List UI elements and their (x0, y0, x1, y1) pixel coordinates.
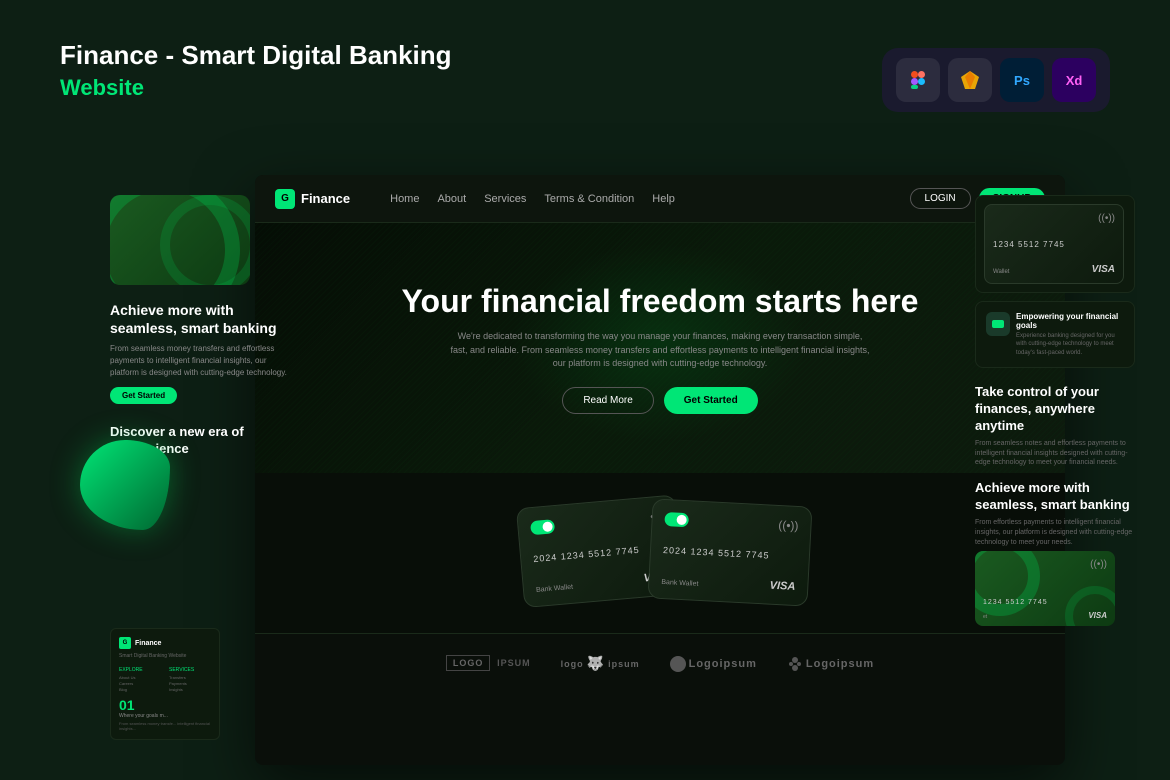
card-2-bank: Bank Wallet (661, 579, 698, 588)
ps-tool-icon[interactable]: Ps (1000, 58, 1044, 102)
empowering-title: Empowering your financial goals (1016, 312, 1124, 330)
site-nav: G Finance Home About Services Terms & Co… (255, 175, 1065, 223)
cards-section: •⦾ 2024 1234 5512 7745 Bank Wallet VISA … (255, 473, 1065, 633)
page-subtitle: Website (60, 75, 452, 101)
side-desc: From seamless money transfers and effort… (110, 343, 290, 379)
empowering-text: Empowering your financial goals Experien… (1016, 312, 1124, 357)
hero-buttons: Read More Get Started (562, 387, 757, 414)
hero-section: Your financial freedom starts here We're… (255, 223, 1065, 473)
right-panel: ((•)) 1234 5512 7745 Wallet VISA Empower… (975, 195, 1135, 634)
card-1-bank: Bank Wallet (536, 584, 574, 594)
blp-services-title: SERVICES (169, 667, 211, 673)
rc-card-number: 1234 5512 7745 (993, 240, 1115, 249)
blp-service-2: Payments (169, 681, 211, 686)
hero-title: Your financial freedom starts here (402, 282, 919, 320)
sketch-tool-icon[interactable] (948, 58, 992, 102)
right-credit-card: ((•)) 1234 5512 7745 Wallet VISA (975, 195, 1135, 293)
rgb-numbers: 1234 5512 7745 (983, 599, 1048, 606)
read-more-button[interactable]: Read More (562, 387, 653, 414)
logos-section: LOGO IPSUM logo 🐺 ipsum Logoipsum Logoip… (255, 633, 1065, 693)
left-panel: Achieve more with seamless, smart bankin… (110, 195, 290, 458)
empowering-card: Empowering your financial goals Experien… (975, 301, 1135, 368)
more-text-block: Achieve more with seamless, smart bankin… (975, 476, 1135, 551)
logo-3: Logoipsum (670, 656, 757, 672)
blp-logo-row: G Finance (119, 637, 211, 649)
rc-visa-label: VISA (1092, 264, 1115, 275)
logo-4: Logoipsum (787, 656, 874, 672)
more-desc: From effortless payments to intelligent … (975, 518, 1135, 547)
blp-money: From seamless money transfe... intellige… (119, 721, 211, 731)
card-1-toggle[interactable] (530, 519, 555, 535)
credit-card-2: ((•)) 2024 1234 5512 7745 Bank Wallet VI… (648, 498, 813, 606)
green-3d-shape (80, 440, 170, 530)
rgb-wifi-icon: ((•)) (1090, 559, 1107, 570)
empowering-desc: Experience banking designed for you with… (1016, 332, 1124, 357)
rgb-brand: VISA (1088, 611, 1107, 620)
nav-home[interactable]: Home (390, 193, 419, 205)
rgb-label: et (983, 614, 987, 620)
card-2-visa: VISA (769, 580, 795, 593)
blp-explore-title: EXPLORE (119, 667, 161, 673)
nav-links: Home About Services Terms & Condition He… (390, 193, 889, 205)
side-get-started-button[interactable]: Get Started (110, 387, 177, 404)
card-2-number: 2024 1234 5512 7745 (663, 545, 797, 562)
control-text-block: Take control of your finances, anywhere … (975, 376, 1135, 476)
blp-subtitle: Smart Digital Banking Website (119, 653, 211, 659)
rgb-circle-2 (1065, 586, 1115, 626)
empowering-icon (986, 312, 1010, 336)
tool-icons-container: Ps Xd (882, 48, 1110, 112)
login-button[interactable]: LOGIN (910, 188, 971, 209)
side-text-block: Achieve more with seamless, smart bankin… (110, 301, 290, 404)
blp-number: 01 (119, 697, 211, 713)
rc-wifi-icon: ((•)) (1098, 213, 1115, 224)
logo-1: LOGO IPSUM (446, 658, 531, 669)
nav-help[interactable]: Help (652, 193, 675, 205)
card-1-number: 2024 1234 5512 7745 (533, 542, 667, 564)
card-2-wifi-icon: ((•)) (778, 518, 799, 533)
more-heading: Achieve more with seamless, smart bankin… (975, 480, 1135, 514)
shape-blob (80, 440, 170, 530)
blp-sections: EXPLORE About Us Careers Blog SERVICES T… (119, 663, 211, 693)
page-title: Finance - Smart Digital Banking (60, 40, 452, 71)
control-desc: From seamless notes and effortless payme… (975, 439, 1135, 468)
nav-services[interactable]: Services (484, 193, 526, 205)
blp-service-1: Transfers (169, 675, 211, 680)
browser-mockup: G Finance Home About Services Terms & Co… (255, 175, 1065, 765)
xd-tool-icon[interactable]: Xd (1052, 58, 1096, 102)
side-heading: Achieve more with seamless, smart bankin… (110, 301, 290, 337)
logo-2: logo 🐺 ipsum (561, 655, 640, 672)
blp-explore-3: Blog (119, 687, 161, 692)
nav-terms[interactable]: Terms & Condition (544, 193, 634, 205)
rgb-circle-1 (975, 551, 1040, 616)
blp-service-3: Insights (169, 687, 211, 692)
blp-explore-2: Careers (119, 681, 161, 686)
blp-explore-1: About Us (119, 675, 161, 680)
blp-where: Where your goals m... (119, 713, 211, 719)
blp-explore-col: EXPLORE About Us Careers Blog (119, 663, 161, 693)
control-heading: Take control of your finances, anywhere … (975, 384, 1135, 435)
blp-services-col: SERVICES Transfers Payments Insights (169, 663, 211, 693)
green-abstract-card (110, 195, 250, 285)
figma-tool-icon[interactable] (896, 58, 940, 102)
blp-logo-icon: G (119, 637, 131, 649)
blp-logo-text: Finance (135, 640, 161, 647)
card-2-toggle[interactable] (664, 512, 689, 527)
right-green-card: ((•)) 1234 5512 7745 VISA et (975, 551, 1115, 626)
bottom-left-preview: G Finance Smart Digital Banking Website … (110, 628, 220, 740)
page-header: Finance - Smart Digital Banking Website (60, 40, 452, 101)
get-started-button[interactable]: Get Started (664, 387, 758, 414)
hero-description: We're dedicated to transforming the way … (450, 330, 870, 371)
nav-about[interactable]: About (437, 193, 466, 205)
rc-wallet-label: Wallet (993, 269, 1009, 275)
